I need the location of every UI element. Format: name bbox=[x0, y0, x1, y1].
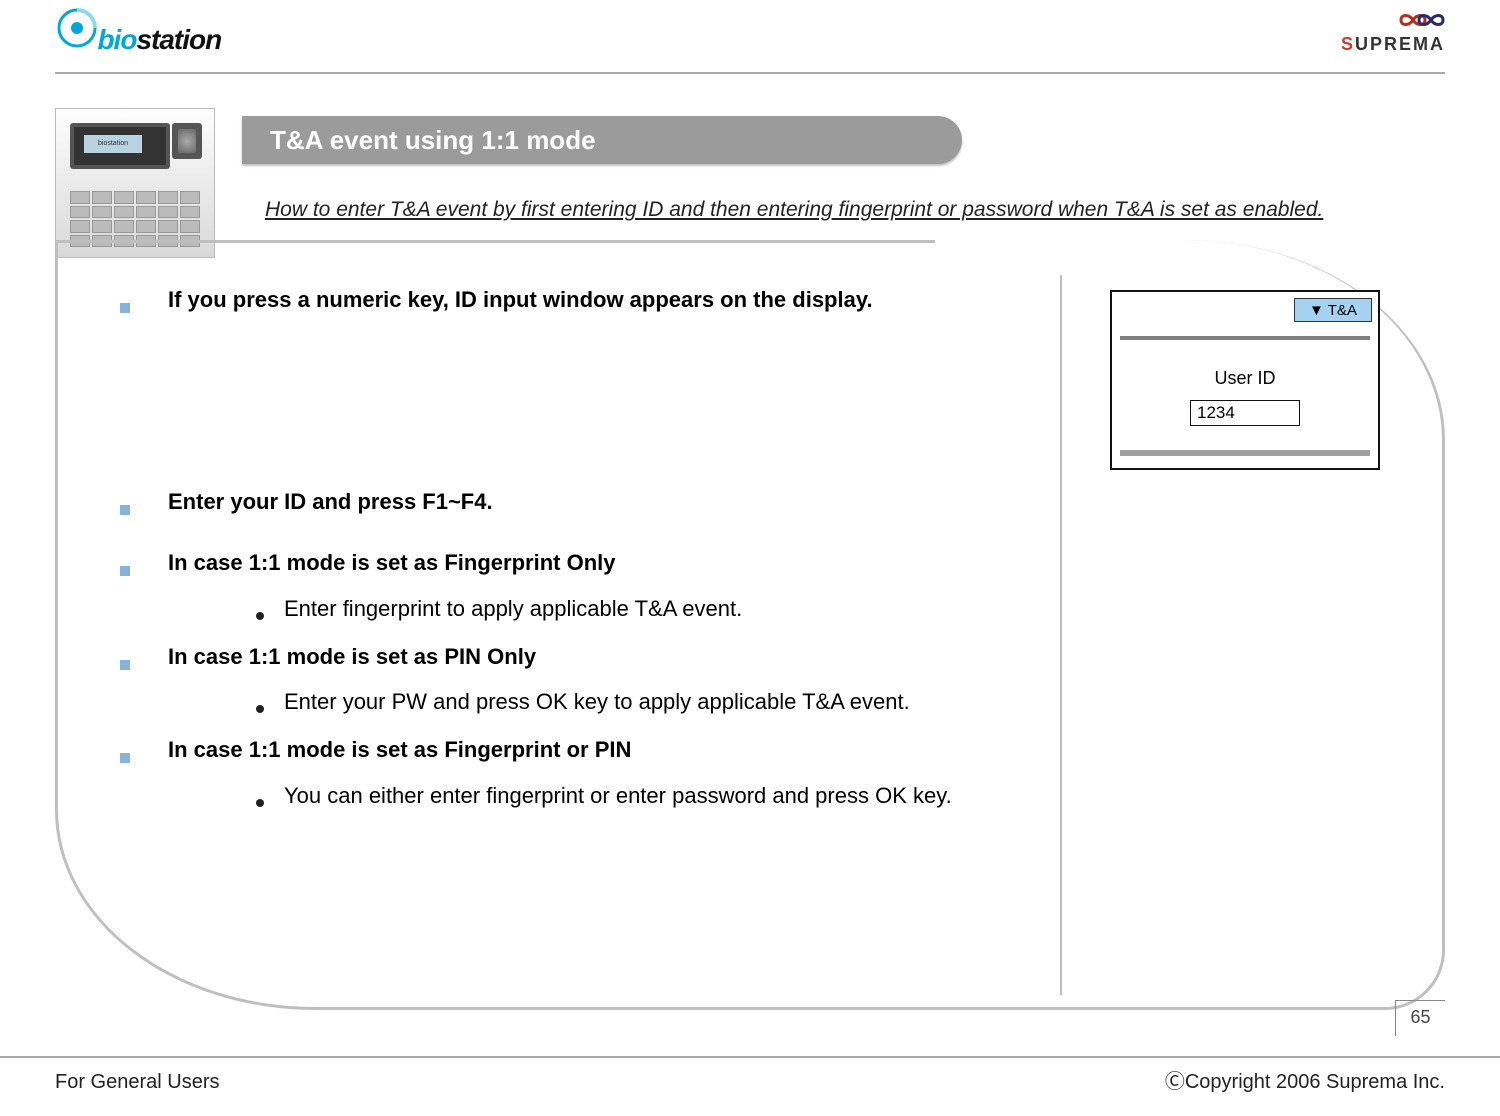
square-bullet-icon bbox=[120, 548, 168, 584]
bullet-text: In case 1:1 mode is set as Fingerprint o… bbox=[168, 735, 631, 771]
sub-bullet-item: Enter your PW and press OK key to apply … bbox=[256, 687, 1020, 721]
body-column: If you press a numeric key, ID input win… bbox=[120, 285, 1020, 829]
lcd-user-id-value: 1234 bbox=[1190, 400, 1300, 426]
dot-bullet-icon bbox=[256, 687, 284, 721]
header: biostation SUPREMA bbox=[0, 0, 1500, 72]
device-thumbnail: biostation bbox=[55, 108, 215, 258]
device-thumbnail-keys bbox=[70, 191, 200, 247]
suprema-logo: SUPREMA bbox=[1341, 6, 1445, 55]
device-thumbnail-screen: biostation bbox=[70, 123, 170, 169]
dot-bullet-icon bbox=[256, 594, 284, 628]
sub-bullet-item: Enter fingerprint to apply applicable T&… bbox=[256, 594, 1020, 628]
bullet-item: Enter your ID and press F1~F4. bbox=[120, 487, 1020, 523]
square-bullet-icon bbox=[120, 735, 168, 771]
company-logo-text: SUPREMA bbox=[1341, 34, 1445, 55]
sub-bullet-text: You can either enter fingerprint or ente… bbox=[284, 781, 952, 815]
fingerprint-sensor-icon bbox=[172, 123, 202, 159]
bullet-item: In case 1:1 mode is set as PIN Only bbox=[120, 642, 1020, 678]
bullet-text: In case 1:1 mode is set as Fingerprint O… bbox=[168, 548, 615, 584]
sub-bullet-item: You can either enter fingerprint or ente… bbox=[256, 781, 1020, 815]
product-logo-text: biostation bbox=[97, 24, 221, 56]
lcd-user-label: User ID bbox=[1120, 368, 1370, 389]
vertical-separator bbox=[1060, 275, 1062, 995]
biostation-logo: biostation bbox=[55, 6, 227, 50]
bullet-item: In case 1:1 mode is set as Fingerprint O… bbox=[120, 548, 1020, 584]
footer-left: For General Users bbox=[55, 1071, 220, 1094]
intro-line: How to enter T&A event by first entering… bbox=[265, 198, 1323, 222]
page-number: 65 bbox=[1395, 1000, 1445, 1036]
square-bullet-icon bbox=[120, 487, 168, 523]
bullet-text: Enter your ID and press F1~F4. bbox=[168, 487, 493, 523]
suprema-infinity-icon bbox=[1391, 6, 1445, 34]
biostation-swirl-icon bbox=[55, 6, 99, 50]
footer-rule bbox=[0, 1056, 1500, 1058]
square-bullet-icon bbox=[120, 642, 168, 678]
sub-bullet-text: Enter fingerprint to apply applicable T&… bbox=[284, 594, 742, 628]
bullet-text: If you press a numeric key, ID input win… bbox=[168, 285, 873, 321]
footer-right: ⒸCopyright 2006 Suprema Inc. bbox=[1165, 1065, 1445, 1094]
header-rule bbox=[55, 72, 1445, 74]
sub-bullet-text: Enter your PW and press OK key to apply … bbox=[284, 687, 910, 721]
square-bullet-icon bbox=[120, 285, 168, 321]
bullet-text: In case 1:1 mode is set as PIN Only bbox=[168, 642, 536, 678]
section-title: T&A event using 1:1 mode bbox=[242, 116, 962, 164]
bullet-item: In case 1:1 mode is set as Fingerprint o… bbox=[120, 735, 1020, 771]
dot-bullet-icon bbox=[256, 781, 284, 815]
lcd-illustration: ▼ T&A User ID 1234 bbox=[1110, 290, 1380, 470]
lcd-inner: User ID 1234 bbox=[1120, 336, 1370, 456]
bullet-item: If you press a numeric key, ID input win… bbox=[120, 285, 1020, 321]
lcd-tab: ▼ T&A bbox=[1294, 298, 1372, 322]
